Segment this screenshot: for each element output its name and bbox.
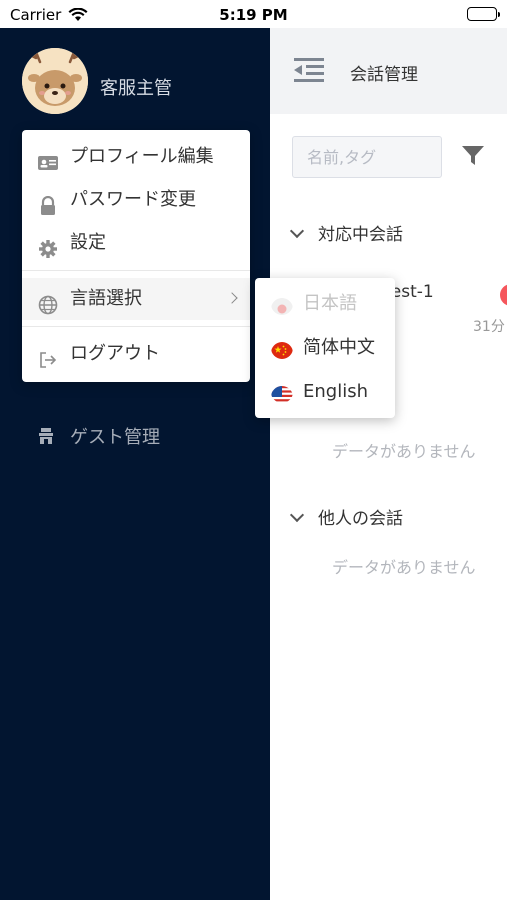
menu-item-edit-profile[interactable]: プロフィール編集 (22, 136, 250, 178)
sidebar-item-label: ゲスト管理 (70, 427, 160, 448)
status-bar: Carrier 5:19 PM (0, 0, 507, 28)
lock-icon (38, 190, 58, 215)
chevron-right-icon (226, 292, 238, 304)
language-option-english[interactable]: English (255, 370, 395, 414)
menu-item-logout[interactable]: ログアウト (22, 333, 250, 375)
chevron-down-icon (289, 223, 305, 239)
menu-item-language[interactable]: 言語選択 (22, 278, 250, 320)
menu-item-label: パスワード変更 (70, 189, 196, 210)
clock: 5:19 PM (219, 6, 288, 24)
user-name: 客服主管 (100, 78, 172, 99)
section-others-conversations[interactable]: 他人の会話 (289, 504, 403, 529)
language-option-chinese[interactable]: 简体中文 (255, 326, 395, 370)
profile-dropdown-menu: プロフィール編集 パスワード変更 設定 言語選択 ログアウト (22, 130, 250, 382)
unread-badge (500, 284, 507, 306)
search-input[interactable] (292, 136, 442, 178)
globe-icon (38, 289, 58, 315)
empty-text: データがありません (332, 558, 476, 577)
china-flag-icon (271, 337, 293, 359)
language-label: 日本語 (303, 293, 357, 314)
menu-item-label: プロフィール編集 (70, 146, 214, 167)
chevron-down-icon (289, 507, 305, 523)
section-label: 他人の会話 (318, 509, 403, 529)
logout-icon (38, 344, 58, 368)
battery-icon (467, 7, 500, 21)
conversation-time: 31分 (473, 319, 505, 335)
us-flag-icon (271, 381, 293, 403)
filter-icon[interactable] (462, 146, 484, 170)
menu-divider (22, 270, 250, 271)
sidebar-item-guest-management[interactable]: ゲスト管理 (36, 423, 160, 451)
main-header: 会話管理 (270, 28, 507, 114)
language-label: English (303, 381, 368, 402)
menu-item-label: 設定 (70, 232, 106, 253)
language-option-japanese[interactable]: 日本語 (255, 282, 395, 326)
menu-item-change-password[interactable]: パスワード変更 (22, 179, 250, 221)
section-label: 対応中会話 (318, 225, 403, 245)
section-active-conversations[interactable]: 対応中会話 (289, 220, 403, 245)
main-panel: 会話管理 対応中会話 uest-1 31分 話 データがありません 他人の会話 … (270, 28, 507, 900)
menu-fold-icon[interactable] (294, 56, 324, 84)
language-submenu: 日本語 简体中文 English (255, 278, 395, 418)
language-label: 简体中文 (303, 337, 375, 358)
menu-item-label: ログアウト (70, 343, 160, 364)
japan-flag-icon (271, 293, 293, 315)
id-card-icon (38, 147, 58, 170)
empty-text: データがありません (332, 442, 476, 461)
menu-item-label: 言語選択 (70, 288, 142, 309)
page-title: 会話管理 (350, 65, 418, 85)
menu-item-settings[interactable]: 設定 (22, 222, 250, 264)
deer-avatar[interactable] (22, 48, 88, 114)
guest-icon (36, 426, 56, 451)
menu-divider (22, 326, 250, 327)
gear-icon (38, 233, 58, 258)
